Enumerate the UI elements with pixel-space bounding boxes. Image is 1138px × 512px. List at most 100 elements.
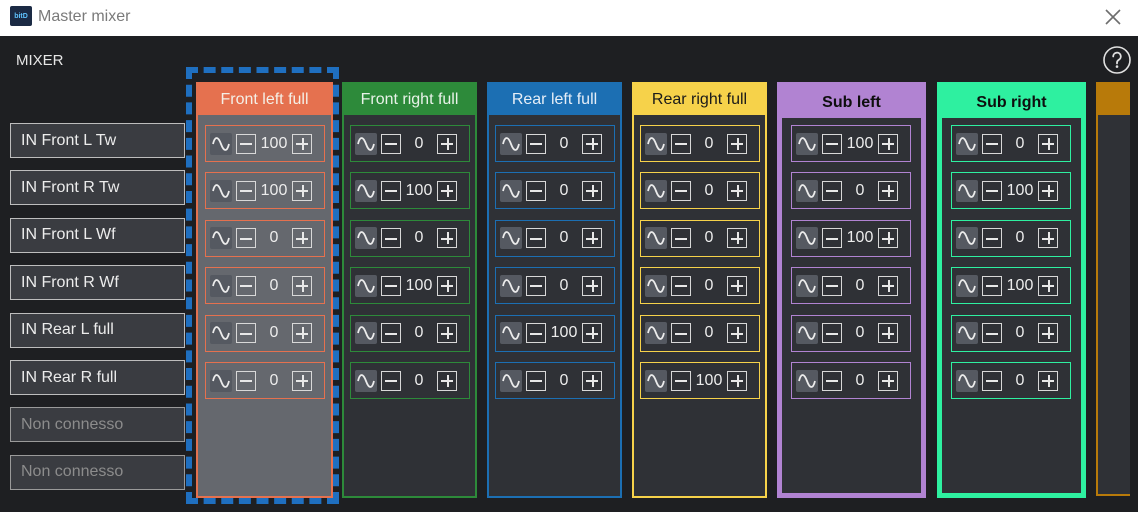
input-channel-button[interactable]: Non connesso (10, 407, 185, 443)
minus-icon[interactable] (671, 228, 691, 249)
sine-wave-icon[interactable] (956, 227, 978, 250)
plus-icon[interactable] (582, 370, 602, 391)
minus-icon[interactable] (236, 323, 256, 344)
sine-wave-icon[interactable] (645, 274, 667, 297)
minus-icon[interactable] (671, 275, 691, 296)
output-column[interactable]: Sub right 0 100 0 100 0 0 (937, 82, 1086, 498)
plus-icon[interactable] (437, 323, 457, 344)
minus-icon[interactable] (381, 370, 401, 391)
output-column-header[interactable]: Front right full (344, 84, 475, 115)
minus-icon[interactable] (671, 133, 691, 154)
input-channel-button[interactable]: Non connesso (10, 454, 185, 490)
plus-icon[interactable] (727, 180, 747, 201)
sine-wave-icon[interactable] (500, 132, 522, 155)
plus-icon[interactable] (437, 228, 457, 249)
plus-icon[interactable] (582, 228, 602, 249)
plus-icon[interactable] (582, 275, 602, 296)
input-channel-button[interactable]: IN Rear R full (10, 360, 185, 395)
minus-icon[interactable] (822, 133, 842, 154)
plus-icon[interactable] (437, 275, 457, 296)
input-channel-button[interactable]: IN Rear L full (10, 312, 185, 348)
minus-icon[interactable] (526, 133, 546, 154)
sine-wave-icon[interactable] (956, 132, 978, 155)
minus-icon[interactable] (236, 180, 256, 201)
plus-icon[interactable] (1038, 180, 1058, 201)
plus-icon[interactable] (292, 133, 312, 154)
minus-icon[interactable] (982, 323, 1002, 344)
output-column-header[interactable]: Front left full (198, 84, 331, 115)
sine-wave-icon[interactable] (355, 132, 377, 155)
plus-icon[interactable] (292, 228, 312, 249)
sine-wave-icon[interactable] (645, 227, 667, 250)
minus-icon[interactable] (982, 370, 1002, 391)
sine-wave-icon[interactable] (355, 274, 377, 297)
sine-wave-icon[interactable] (796, 322, 818, 345)
sine-wave-icon[interactable] (355, 227, 377, 250)
minus-icon[interactable] (982, 228, 1002, 249)
plus-icon[interactable] (1038, 275, 1058, 296)
output-column[interactable]: Rear left full 0 0 0 0 100 0 (487, 82, 622, 498)
output-column-header[interactable]: Sub right (942, 87, 1081, 118)
sine-wave-icon[interactable] (210, 369, 232, 392)
minus-icon[interactable] (236, 228, 256, 249)
input-channel-button[interactable]: IN Front L Tw (10, 123, 185, 158)
minus-icon[interactable] (822, 275, 842, 296)
minus-icon[interactable] (822, 228, 842, 249)
output-column-header[interactable]: Sub left (782, 87, 921, 118)
minus-icon[interactable] (822, 370, 842, 391)
minus-icon[interactable] (822, 180, 842, 201)
plus-icon[interactable] (878, 370, 898, 391)
help-icon[interactable] (1102, 45, 1132, 75)
sine-wave-icon[interactable] (355, 179, 377, 202)
sine-wave-icon[interactable] (500, 369, 522, 392)
sine-wave-icon[interactable] (796, 274, 818, 297)
plus-icon[interactable] (878, 323, 898, 344)
plus-icon[interactable] (727, 228, 747, 249)
sine-wave-icon[interactable] (500, 179, 522, 202)
sine-wave-icon[interactable] (956, 322, 978, 345)
input-channel-button[interactable]: IN Front R Tw (10, 170, 185, 206)
sine-wave-icon[interactable] (645, 369, 667, 392)
minus-icon[interactable] (381, 228, 401, 249)
minus-icon[interactable] (236, 275, 256, 296)
plus-icon[interactable] (878, 228, 898, 249)
plus-icon[interactable] (292, 370, 312, 391)
plus-icon[interactable] (437, 180, 457, 201)
minus-icon[interactable] (526, 323, 546, 344)
minus-icon[interactable] (381, 180, 401, 201)
minus-icon[interactable] (526, 370, 546, 391)
sine-wave-icon[interactable] (645, 179, 667, 202)
output-column[interactable]: Rear right full 0 0 0 0 0 100 (632, 82, 767, 498)
plus-icon[interactable] (582, 133, 602, 154)
plus-icon[interactable] (1038, 133, 1058, 154)
sine-wave-icon[interactable] (210, 227, 232, 250)
minus-icon[interactable] (526, 228, 546, 249)
plus-icon[interactable] (878, 275, 898, 296)
minus-icon[interactable] (526, 180, 546, 201)
sine-wave-icon[interactable] (210, 322, 232, 345)
output-column[interactable]: Front left full 100 100 0 0 0 0 (196, 82, 333, 498)
sine-wave-icon[interactable] (355, 369, 377, 392)
sine-wave-icon[interactable] (796, 179, 818, 202)
input-channel-button[interactable]: IN Front L Wf (10, 217, 185, 253)
minus-icon[interactable] (236, 133, 256, 154)
minus-icon[interactable] (526, 275, 546, 296)
minus-icon[interactable] (982, 275, 1002, 296)
plus-icon[interactable] (727, 275, 747, 296)
plus-icon[interactable] (727, 370, 747, 391)
plus-icon[interactable] (727, 323, 747, 344)
output-column[interactable]: Sub left 100 0 100 0 0 0 (777, 82, 926, 498)
sine-wave-icon[interactable] (645, 132, 667, 155)
output-column-header[interactable]: Rear left full (489, 84, 620, 115)
plus-icon[interactable] (437, 133, 457, 154)
plus-icon[interactable] (292, 180, 312, 201)
minus-icon[interactable] (671, 180, 691, 201)
plus-icon[interactable] (1038, 228, 1058, 249)
plus-icon[interactable] (292, 323, 312, 344)
sine-wave-icon[interactable] (210, 132, 232, 155)
minus-icon[interactable] (671, 323, 691, 344)
sine-wave-icon[interactable] (796, 227, 818, 250)
sine-wave-icon[interactable] (645, 322, 667, 345)
close-icon[interactable] (1100, 4, 1126, 30)
minus-icon[interactable] (381, 323, 401, 344)
